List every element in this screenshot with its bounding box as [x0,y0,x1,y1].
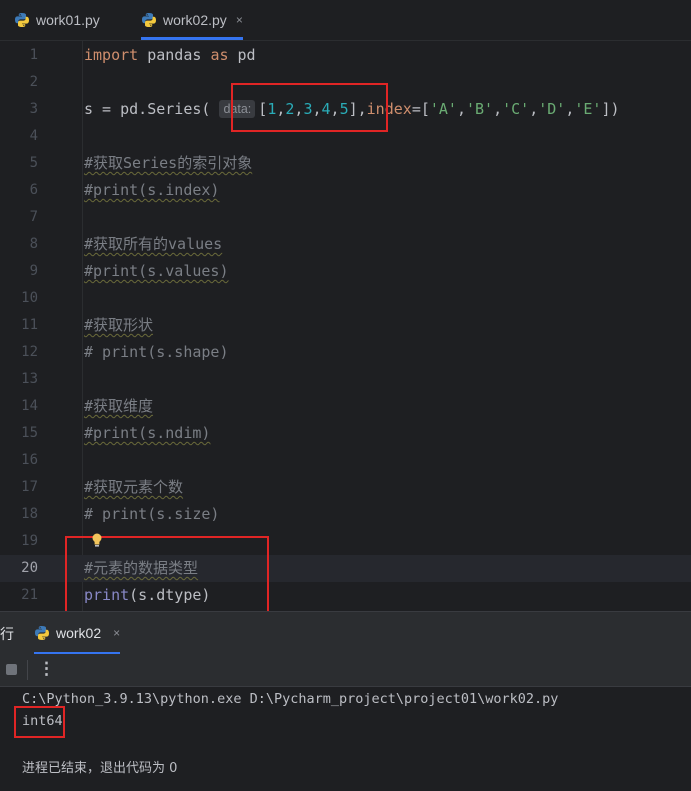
line-number: 11 [21,317,38,333]
run-toolbar: ⋮ [0,654,691,687]
line-number: 12 [21,344,38,360]
lightbulb-icon[interactable] [90,532,104,548]
annotation-box-data [231,83,388,132]
string: 'E' [574,100,602,118]
run-tab-work02[interactable]: work02 × [34,612,121,654]
line-number: 14 [21,398,38,414]
run-console[interactable]: C:\Python_3.9.13\python.exe D:\Pycharm_p… [0,687,691,791]
python-file-icon [142,13,156,27]
code-line[interactable]: 13 [0,366,691,393]
line-number: 15 [21,425,38,441]
keyword: import [84,46,139,64]
identifier: pandas [138,46,211,64]
line-number: 21 [21,587,38,603]
code-line[interactable]: 1 import pandas as pd [0,42,691,69]
code-line[interactable]: 11 #获取形状 [0,312,691,339]
console-exit-message: 进程已结束，退出代码为 0 [22,761,178,776]
comment: # print(s.size) [84,505,220,523]
line-number: 18 [21,506,38,522]
code-line[interactable]: 18 # print(s.size) [0,501,691,528]
line-number: 10 [21,290,38,306]
line-number: 13 [21,371,38,387]
string: 'B' [466,100,494,118]
code-line[interactable]: 5 #获取Series的索引对象 [0,150,691,177]
tab-work01[interactable]: work01.py [14,0,100,40]
code-line[interactable]: 12 # print(s.shape) [0,339,691,366]
code-line[interactable]: 9 #print(s.values) [0,258,691,285]
code-line[interactable]: 17 #获取元素个数 [0,474,691,501]
code-line[interactable]: 7 [0,204,691,231]
line-number: 2 [29,74,38,90]
stop-icon[interactable] [6,664,17,675]
code-line[interactable]: 14 #获取维度 [0,393,691,420]
tab-label: work01.py [36,12,100,28]
line-number: 17 [21,479,38,495]
line-number: 1 [29,47,38,63]
comment: # print(s.shape) [84,343,229,361]
comment: #获取所有的values [84,235,223,253]
close-run-tab-icon[interactable]: × [113,626,120,640]
python-file-icon [15,13,29,27]
python-file-icon [35,626,49,640]
run-panel-header: 行 work02 × [0,611,691,654]
keyword: as [210,46,229,64]
annotation-box-dtype [65,536,269,618]
editor-tab-bar: work01.py work02.py × [0,0,691,41]
comment: #获取形状 [84,316,154,334]
comment: #获取Series的索引对象 [84,154,253,172]
comment: #print(s.index) [84,181,220,199]
line-number: 3 [29,101,38,117]
line-number: 6 [29,182,38,198]
run-panel-title: 行 [0,626,14,642]
more-options-icon[interactable]: ⋮ [38,657,55,681]
string: 'C' [502,100,530,118]
close-tab-icon[interactable]: × [236,13,243,27]
comment: #获取元素个数 [84,478,184,496]
comment: #print(s.ndim) [84,424,211,442]
code-line[interactable]: 10 [0,285,691,312]
line-number: 5 [29,155,38,171]
line-number: 8 [29,236,38,252]
string: 'D' [538,100,566,118]
line-number: 7 [29,209,38,225]
code-line[interactable]: 15 #print(s.ndim) [0,420,691,447]
code-line[interactable]: 8 #获取所有的values [0,231,691,258]
identifier: pd [228,46,256,64]
line-number: 20 [21,560,38,576]
line-number: 9 [29,263,38,279]
line-number: 16 [21,452,38,468]
code-line[interactable]: 6 #print(s.index) [0,177,691,204]
comment: #print(s.values) [84,262,229,280]
line-number: 19 [21,533,38,549]
code-text: s = pd.Series( [84,100,220,118]
line-number: 4 [29,128,38,144]
tab-label: work02.py [163,12,227,28]
toolbar-divider [27,660,28,680]
annotation-box-output [14,706,65,738]
code-editor[interactable]: 1 import pandas as pd 2 3 s = pd.Series(… [0,41,691,618]
console-command: C:\Python_3.9.13\python.exe D:\Pycharm_p… [22,691,559,707]
code-line[interactable]: 16 [0,447,691,474]
run-tab-label: work02 [56,625,102,641]
string: 'A' [429,100,457,118]
comment: #获取维度 [84,397,154,415]
tab-work02[interactable]: work02.py × [141,0,243,40]
